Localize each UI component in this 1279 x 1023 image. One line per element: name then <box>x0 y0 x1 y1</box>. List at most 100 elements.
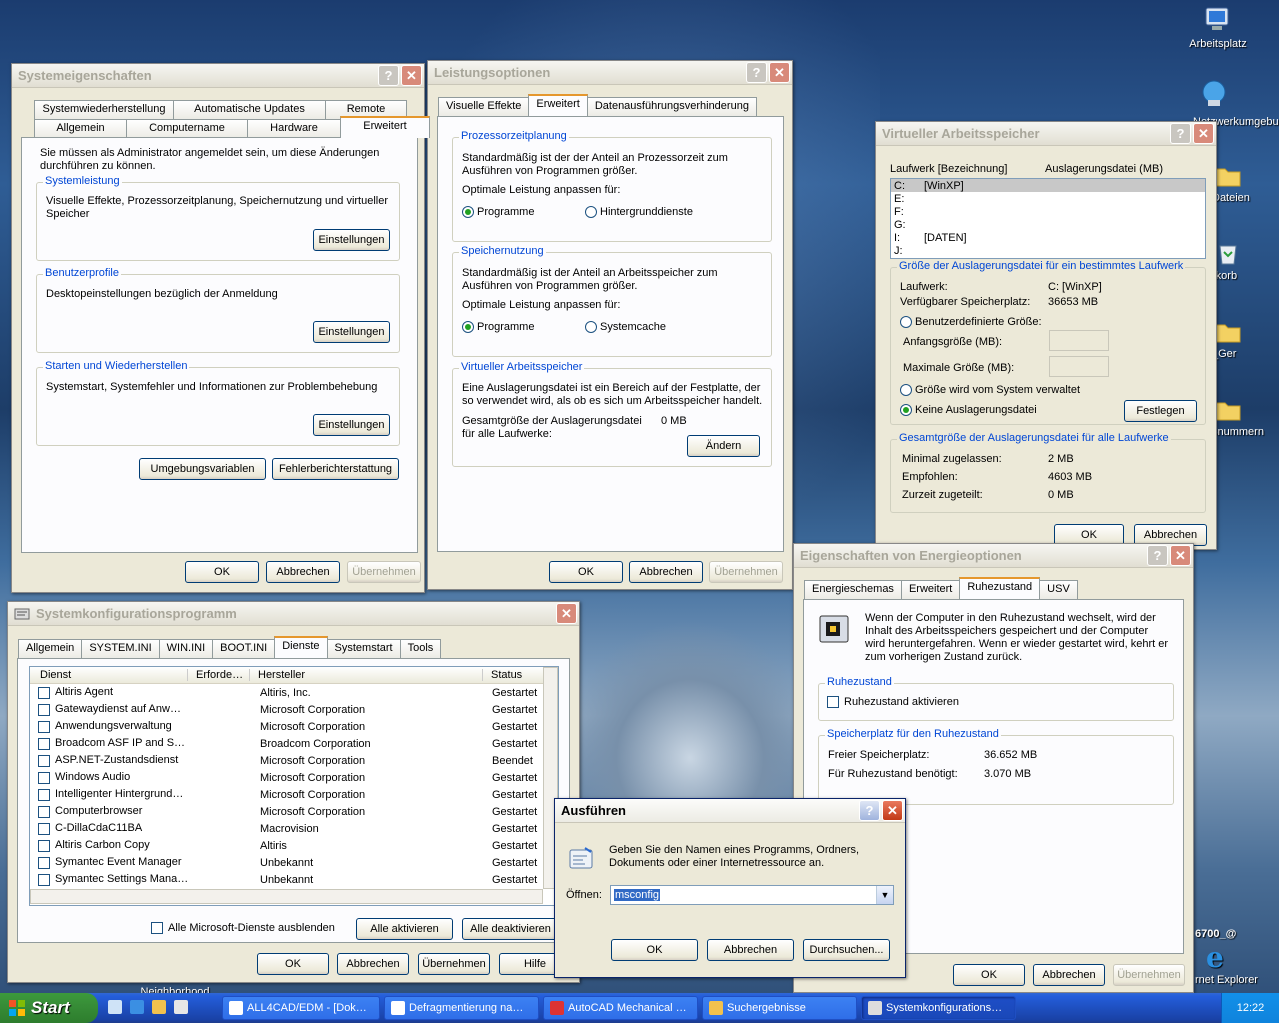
service-checkbox[interactable] <box>38 873 50 886</box>
desktop-icon-papierkorb[interactable]: rkorb <box>1212 238 1279 282</box>
help-icon[interactable]: ? <box>1170 123 1191 144</box>
drive-row[interactable]: F: <box>891 205 1205 218</box>
tab-tools[interactable]: Tools <box>399 639 442 658</box>
desktop-icon-ger[interactable]: _Ger <box>1212 316 1279 360</box>
tab-allgemein[interactable]: Allgemein <box>34 119 127 138</box>
table-row[interactable]: Altiris Agent Altiris, Inc. Gestartet <box>30 684 558 701</box>
tab-erweitert[interactable]: Erweitert <box>340 116 430 138</box>
performance-settings-button[interactable]: Einstellungen <box>313 229 390 251</box>
service-checkbox[interactable] <box>38 822 50 835</box>
ok-button[interactable]: OK <box>611 939 698 961</box>
taskbar-item[interactable]: Suchergebnisse <box>702 996 857 1020</box>
open-input-value[interactable]: msconfig <box>614 889 661 901</box>
service-checkbox[interactable] <box>38 754 50 767</box>
cancel-button[interactable]: Abbrechen <box>337 953 409 975</box>
radio-programme[interactable]: Programme <box>462 206 534 218</box>
radio-no-pagefile[interactable]: Keine Auslagerungsdatei <box>900 404 1037 416</box>
tab-win-ini[interactable]: WIN.INI <box>158 639 214 658</box>
desktop-icon-dateien[interactable]: Dateien <box>1212 160 1279 204</box>
table-row[interactable]: Broadcom ASF IP and S… Broadcom Corporati… <box>30 735 558 752</box>
tab-computername[interactable]: Computername <box>126 119 248 138</box>
tab-systemwiederherstellung[interactable]: Systemwiederherstellung <box>34 100 174 119</box>
horizontal-scrollbar[interactable] <box>30 889 543 904</box>
taskbar-item[interactable]: AutoCAD Mechanical … <box>543 996 698 1020</box>
tab-erweitert[interactable]: Erweitert <box>900 580 961 599</box>
radio-programme[interactable]: Programme <box>462 321 534 333</box>
desktop-icon-nummern[interactable]: snummern <box>1212 394 1279 438</box>
tab-allgemein[interactable]: Allgemein <box>18 639 83 658</box>
help-icon[interactable]: ? <box>378 65 399 86</box>
table-row[interactable]: Computerbrowser Microsoft Corporation Gest… <box>30 803 558 820</box>
service-checkbox[interactable] <box>38 771 50 784</box>
table-row[interactable]: ASP.NET-Zustandsdienst Microsoft Corporat… <box>30 752 558 769</box>
cancel-button[interactable]: Abbrechen <box>1033 964 1105 986</box>
change-button[interactable]: Ändern <box>687 435 760 457</box>
table-row[interactable]: Windows Audio Microsoft Corporation Gestar… <box>30 769 558 786</box>
tab-dienste[interactable]: Dienste <box>274 636 328 658</box>
table-row[interactable]: Anwendungsverwaltung Microsoft Corporatio… <box>30 718 558 735</box>
drive-row[interactable]: G: <box>891 218 1205 231</box>
set-button[interactable]: Festlegen <box>1124 400 1197 422</box>
drive-row[interactable]: E: <box>891 192 1205 205</box>
radio-custom-size[interactable]: Benutzerdefinierte Größe: <box>900 316 1042 328</box>
table-row[interactable]: Symantec Event Manager Unbekannt Gestartet <box>30 854 558 871</box>
hibernate-checkbox[interactable]: Ruhezustand aktivieren <box>827 696 959 709</box>
ok-button[interactable]: OK <box>257 953 329 975</box>
service-checkbox[interactable] <box>38 805 50 818</box>
table-row[interactable]: Intelligenter Hintergrund… Microsoft Corp… <box>30 786 558 803</box>
open-combobox[interactable]: msconfig ▼ <box>610 885 894 905</box>
table-row[interactable]: Gatewaydienst auf Anw… Microsoft Corporat… <box>30 701 558 718</box>
close-icon[interactable]: ✕ <box>1193 123 1214 144</box>
taskbar-item[interactable]: ALL4CAD/EDM - [Dok… <box>222 996 380 1020</box>
service-checkbox[interactable] <box>38 788 50 801</box>
startup-settings-button[interactable]: Einstellungen <box>313 414 390 436</box>
apply-button[interactable]: Übernehmen <box>347 561 421 583</box>
tab-boot-ini[interactable]: BOOT.INI <box>212 639 276 658</box>
cancel-button[interactable]: Abbrechen <box>707 939 794 961</box>
close-icon[interactable]: ✕ <box>1170 545 1191 566</box>
radio-systemcache[interactable]: Systemcache <box>585 321 666 333</box>
radio-system-managed[interactable]: Größe wird vom System verwaltet <box>900 384 1080 396</box>
close-icon[interactable]: ✕ <box>882 800 903 821</box>
drive-list[interactable]: C: [WinXP] E: F: G: I: [DATEN] J: <box>890 178 1206 259</box>
apply-button[interactable]: Übernehmen <box>709 561 783 583</box>
table-row[interactable]: C-DillaCdaC11BA Macrovision Gestartet <box>30 820 558 837</box>
col-erforderlich[interactable]: Erforde… <box>188 669 250 681</box>
folder-icon[interactable] <box>152 1000 166 1014</box>
tab-hardware[interactable]: Hardware <box>247 119 341 138</box>
service-checkbox[interactable] <box>38 856 50 869</box>
max-size-input[interactable] <box>1049 356 1109 377</box>
taskbar-item[interactable]: Defragmentierung na… <box>384 996 539 1020</box>
desktop-icon-internet-explorer[interactable]: e rnet Explorer <box>1195 940 1279 986</box>
help-icon[interactable]: ? <box>1147 545 1168 566</box>
radio-hintergrunddienste[interactable]: Hintergrunddienste <box>585 206 693 218</box>
ok-button[interactable]: OK <box>185 561 259 583</box>
disable-all-button[interactable]: Alle deaktivieren <box>462 918 559 940</box>
service-checkbox[interactable] <box>38 839 50 852</box>
col-status[interactable]: Status <box>483 669 522 681</box>
error-reporting-button[interactable]: Fehlerberichterstattung <box>272 458 399 480</box>
tab-ruhezustand[interactable]: Ruhezustand <box>959 577 1041 599</box>
col-hersteller[interactable]: Hersteller <box>250 669 483 681</box>
tab-energieschemas[interactable]: Energieschemas <box>804 580 902 599</box>
app-icon[interactable] <box>174 1000 188 1014</box>
cancel-button[interactable]: Abbrechen <box>629 561 703 583</box>
ok-button[interactable]: OK <box>953 964 1025 986</box>
service-checkbox[interactable] <box>38 686 50 699</box>
table-row[interactable]: Symantec Settings Mana… Unbekannt Gestarte… <box>30 871 558 888</box>
services-list[interactable]: Dienst Erforde… Hersteller Status Altiri… <box>29 666 559 906</box>
quick-launch-icon[interactable] <box>108 1000 122 1014</box>
close-icon[interactable]: ✕ <box>556 603 577 624</box>
service-checkbox[interactable] <box>38 737 50 750</box>
browse-button[interactable]: Durchsuchen... <box>803 939 890 961</box>
close-icon[interactable]: ✕ <box>401 65 422 86</box>
cancel-button[interactable]: Abbrechen <box>266 561 340 583</box>
ok-button[interactable]: OK <box>549 561 623 583</box>
profile-settings-button[interactable]: Einstellungen <box>313 321 390 343</box>
tab-system-ini[interactable]: SYSTEM.INI <box>81 639 160 658</box>
apply-button[interactable]: Übernehmen <box>418 953 490 975</box>
environment-variables-button[interactable]: Umgebungsvariablen <box>139 458 266 480</box>
initial-size-input[interactable] <box>1049 330 1109 351</box>
enable-all-button[interactable]: Alle aktivieren <box>356 918 453 940</box>
help-icon[interactable]: ? <box>746 62 767 83</box>
